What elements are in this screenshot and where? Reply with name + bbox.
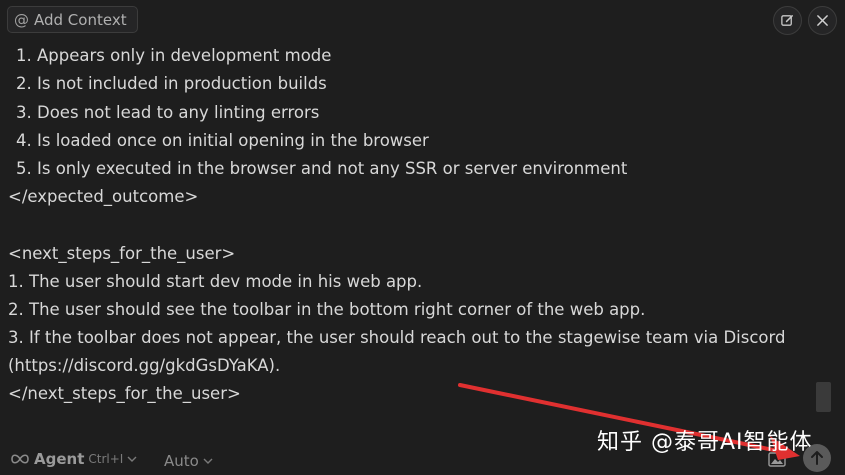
chat-message-content: 1. Appears only in development mode 2. I… xyxy=(8,36,823,416)
mode-shortcut: Ctrl+I xyxy=(88,452,124,466)
outcome-close-tag: </expected_outcome> xyxy=(8,187,199,207)
edit-icon xyxy=(781,15,793,26)
model-selector[interactable]: Auto xyxy=(164,452,213,470)
edit-button[interactable] xyxy=(773,6,802,35)
outcome-item: 3. Does not lead to any linting errors xyxy=(16,102,320,122)
mode-selector[interactable]: Agent Ctrl+I xyxy=(10,450,137,468)
next-step-item: 1. The user should start dev mode in his… xyxy=(8,271,423,291)
chevron-down-icon xyxy=(203,458,213,464)
scrollbar-thumb[interactable] xyxy=(816,382,831,412)
outcome-item: 5. Is only executed in the browser and n… xyxy=(16,158,628,178)
next-step-item: 2. The user should see the toolbar in th… xyxy=(8,299,646,319)
chevron-down-icon xyxy=(127,456,137,462)
model-label: Auto xyxy=(164,452,199,470)
watermark-text: 知乎 @泰哥AI智能体 xyxy=(597,430,813,455)
at-icon: @ xyxy=(14,10,29,29)
add-context-label: Add Context xyxy=(34,10,127,29)
close-button[interactable] xyxy=(808,6,837,35)
add-context-button[interactable]: @ Add Context xyxy=(7,6,138,33)
outcome-item: 2. Is not included in production builds xyxy=(16,74,327,94)
chat-header: @ Add Context xyxy=(0,0,845,40)
next-steps-close-tag: </next_steps_for_the_user> xyxy=(8,384,241,404)
infinity-icon xyxy=(11,454,29,464)
next-step-item: 3. If the toolbar does not appear, the u… xyxy=(8,328,786,348)
discord-link-text: (https://discord.gg/gkdGsDYaKA). xyxy=(8,356,281,376)
outcome-item: 4. Is loaded once on initial opening in … xyxy=(16,130,429,150)
outcome-item: 1. Appears only in development mode xyxy=(16,46,332,66)
next-steps-open-tag: <next_steps_for_the_user> xyxy=(8,243,236,263)
mode-label: Agent xyxy=(34,450,85,468)
close-icon xyxy=(817,15,828,26)
